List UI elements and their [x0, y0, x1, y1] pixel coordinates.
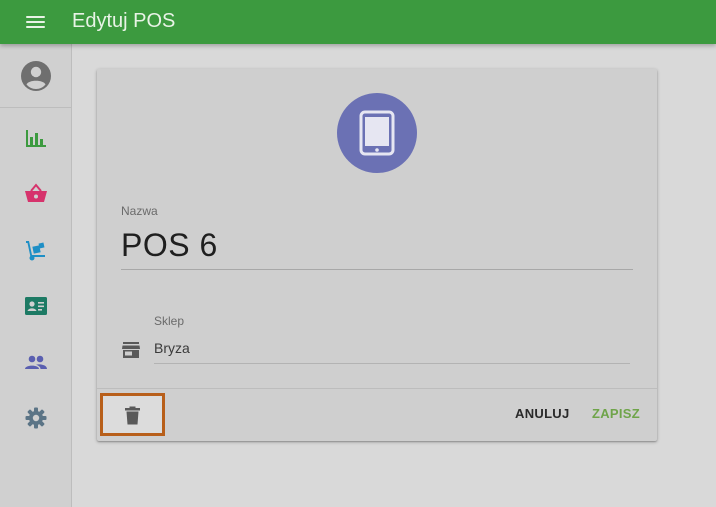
sidebar-item-people[interactable] — [0, 340, 72, 384]
people-icon — [25, 355, 47, 369]
sidebar-item-stats[interactable] — [0, 116, 72, 160]
hand-truck-icon — [26, 241, 45, 261]
name-underline — [121, 269, 633, 270]
sidebar — [0, 44, 72, 507]
sidebar-item-basket[interactable] — [0, 172, 72, 216]
trash-icon — [125, 406, 140, 425]
store-underline — [154, 363, 630, 364]
device-avatar — [337, 93, 417, 173]
account-circle-icon — [21, 61, 51, 91]
tablet-icon — [359, 110, 395, 156]
delete-button[interactable] — [100, 393, 165, 436]
gear-icon — [25, 407, 47, 429]
edit-pos-card: Nazwa POS 6 Sklep Bryza ANULUJ ZAPISZ — [97, 69, 657, 441]
menu-icon[interactable] — [22, 12, 50, 32]
shopping-basket-icon — [25, 183, 47, 202]
app-bar: Edytuj POS — [0, 0, 716, 44]
store-label: Sklep — [154, 314, 185, 328]
bar-chart-icon — [26, 130, 46, 147]
page-title: Edytuj POS — [72, 10, 176, 32]
actions-divider — [97, 388, 657, 389]
store-select[interactable]: Bryza — [154, 340, 190, 356]
id-card-icon — [25, 297, 47, 315]
sidebar-item-delivery[interactable] — [0, 228, 72, 272]
account-avatar[interactable] — [0, 44, 72, 108]
store-icon — [122, 342, 140, 358]
cancel-button[interactable]: ANULUJ — [515, 406, 570, 421]
name-field[interactable]: POS 6 — [121, 227, 218, 264]
name-label: Nazwa — [121, 204, 158, 218]
save-button[interactable]: ZAPISZ — [592, 406, 640, 421]
sidebar-item-settings[interactable] — [0, 396, 72, 440]
sidebar-item-contacts[interactable] — [0, 284, 72, 328]
